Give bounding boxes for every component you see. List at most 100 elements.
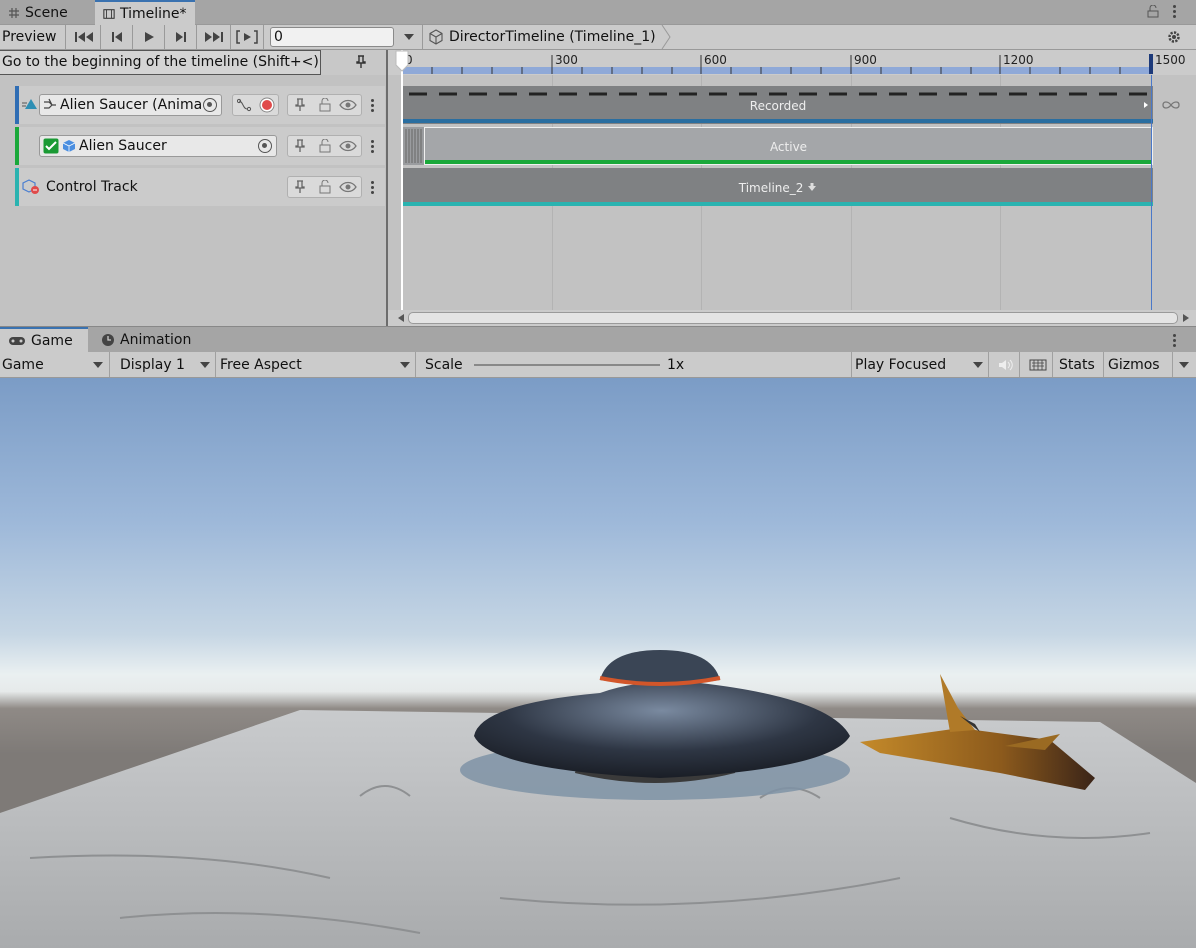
game-view-dropdown[interactable]: Game [0, 352, 110, 377]
lock-icon[interactable] [1147, 5, 1159, 18]
time-ruler[interactable]: 0 300 600 900 1200 1500 [388, 50, 1196, 75]
chevron-down-icon [200, 362, 210, 368]
track-toggle-group [287, 176, 362, 198]
next-frame-button[interactable] [165, 25, 197, 49]
frame-input[interactable]: 0 [270, 27, 394, 47]
lock-icon[interactable] [319, 139, 331, 153]
track-menu-icon[interactable] [371, 181, 374, 195]
ruler-label: 1500 [1155, 53, 1186, 67]
lock-icon[interactable] [319, 180, 331, 194]
mute-audio-button[interactable] [990, 352, 1020, 377]
timeline-toolbar: Preview 0 DirectorTimeline (Timeline_1) [0, 25, 1196, 50]
pin-icon[interactable] [355, 55, 367, 69]
scroll-right-icon[interactable] [1183, 314, 1189, 322]
skip-start-icon [74, 32, 93, 42]
play-icon [144, 32, 154, 42]
control-clip[interactable]: Timeline_2 [403, 168, 1153, 206]
pin-icon[interactable] [294, 98, 306, 112]
play-range-button[interactable] [231, 25, 264, 49]
eye-icon[interactable] [339, 140, 357, 152]
track-color-bar [15, 127, 19, 165]
play-button[interactable] [133, 25, 165, 49]
game-tab-bar: Game Animation [0, 326, 1196, 353]
tab-game[interactable]: Game [0, 327, 88, 353]
clip-color-strip [425, 160, 1152, 164]
ruler-label: 600 [704, 53, 727, 67]
infinite-loop-icon[interactable] [1161, 100, 1181, 110]
gameobject-binding-field[interactable]: Alien Saucer [39, 135, 277, 157]
gear-icon[interactable] [1166, 29, 1182, 45]
stats-button[interactable]: Stats [1054, 352, 1104, 377]
animator-binding-field[interactable]: Alien Saucer (Anima [39, 94, 222, 116]
chevron-down-icon [93, 362, 103, 368]
eye-icon[interactable] [339, 181, 357, 193]
pin-icon[interactable] [294, 180, 306, 194]
track-row-activation[interactable]: Alien Saucer [15, 127, 385, 165]
scale-value: 1x [667, 357, 685, 373]
frame-format-dropdown[interactable] [404, 34, 414, 40]
scroll-thumb[interactable] [408, 312, 1178, 324]
tab-animation[interactable]: Animation [93, 327, 199, 352]
dropdown-label: Display 1 [120, 356, 185, 373]
pin-icon[interactable] [294, 139, 306, 153]
toolbar-divider [422, 25, 423, 49]
recorded-clip[interactable]: Recorded [403, 86, 1153, 124]
tab-timeline-label: Timeline* [120, 6, 187, 22]
curves-icon[interactable] [237, 98, 253, 112]
tab-scene[interactable]: Scene [0, 0, 76, 25]
eye-icon[interactable] [339, 99, 357, 111]
track-options-bar [321, 50, 386, 75]
tooltip: Go to the beginning of the timeline (Shi… [0, 50, 321, 75]
tab-menu-icon[interactable] [1173, 5, 1176, 19]
gameobject-cube-icon [62, 140, 76, 152]
play-mode-dropdown[interactable]: Play Focused [853, 352, 989, 377]
preview-label: Preview [2, 29, 57, 45]
track-menu-icon[interactable] [371, 99, 374, 113]
object-picker-icon[interactable] [258, 139, 272, 153]
ruler-label: 900 [854, 53, 877, 67]
gizmos-button[interactable]: Gizmos [1105, 352, 1173, 377]
tab-timeline[interactable]: Timeline* [95, 0, 195, 26]
gizmos-dropdown[interactable] [1173, 352, 1196, 377]
clip-label: Timeline_2 [738, 181, 804, 195]
playhead-handle[interactable] [395, 50, 409, 72]
active-clip[interactable]: Active [424, 127, 1153, 165]
scroll-left-icon[interactable] [398, 314, 404, 322]
prev-frame-icon [111, 32, 122, 42]
lock-icon[interactable] [319, 98, 331, 112]
record-icon[interactable] [259, 97, 275, 113]
scale-label: Scale [425, 356, 463, 373]
chevron-down-icon [1179, 362, 1189, 368]
tab-animation-label: Animation [120, 331, 192, 348]
play-range-icon [236, 30, 258, 44]
keyboard-icon [1029, 359, 1046, 370]
film-icon [103, 9, 115, 19]
ruler-ticks [401, 54, 1153, 74]
preview-button[interactable]: Preview [0, 25, 66, 49]
game-viewport[interactable] [0, 378, 1196, 948]
aspect-dropdown[interactable]: Free Aspect [218, 352, 416, 377]
horizontal-scrollbar[interactable] [388, 310, 1196, 326]
display-dropdown[interactable]: Display 1 [118, 352, 216, 377]
breadcrumb[interactable]: DirectorTimeline (Timeline_1) [428, 25, 671, 49]
keyboard-button[interactable] [1021, 352, 1053, 377]
object-picker-icon[interactable] [203, 98, 217, 112]
clip-label-row: Timeline_2 [403, 181, 1153, 195]
track-row-animation[interactable]: Alien Saucer (Anima [15, 86, 385, 124]
goto-start-button[interactable] [67, 25, 101, 49]
scale-slider-track[interactable] [474, 364, 660, 366]
prev-frame-button[interactable] [101, 25, 133, 49]
arrow-down-icon [808, 183, 817, 191]
track-menu-icon[interactable] [371, 140, 374, 154]
goto-end-button[interactable] [197, 25, 231, 49]
ruler-label: 1200 [1003, 53, 1034, 67]
tab-menu-icon[interactable] [1173, 334, 1176, 348]
playhead-line[interactable] [401, 50, 403, 310]
dropdown-label: Play Focused [855, 356, 947, 373]
timeline-area[interactable]: 0 300 600 900 1200 1500 Recorded Active … [386, 50, 1196, 326]
chevron-down-icon [973, 362, 983, 368]
track-row-control[interactable]: Control Track [15, 168, 385, 206]
dropdown-label: Free Aspect [220, 356, 302, 373]
clock-icon [102, 333, 114, 346]
checkbox-icon[interactable] [43, 138, 59, 154]
